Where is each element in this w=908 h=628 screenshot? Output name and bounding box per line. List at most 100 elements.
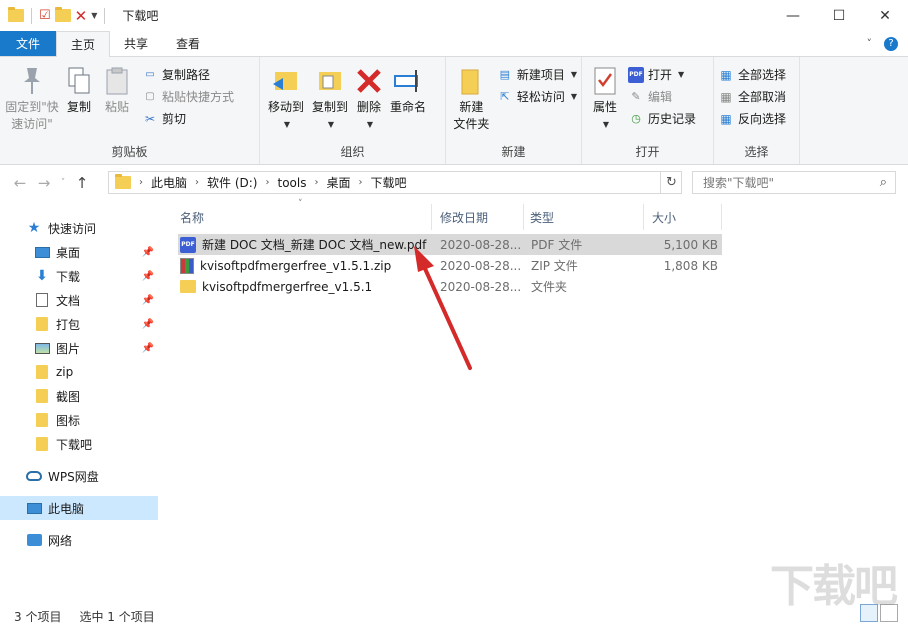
refresh-icon[interactable]: ↻ — [660, 171, 682, 194]
column-header-name[interactable]: 名称 — [176, 204, 432, 230]
cloud-icon — [26, 468, 42, 484]
properties-quick-icon[interactable]: ☑ — [39, 8, 51, 23]
move-to-label: 移动到 — [267, 100, 304, 114]
pin-quick-access-label: 固定到"快 速访问" — [5, 100, 59, 131]
copy-path-label: 复制路径 — [162, 68, 211, 82]
minimize-button[interactable]: — — [770, 0, 816, 31]
invert-selection-label: 反向选择 — [738, 112, 787, 126]
cut-button[interactable]: ✂ 剪切 — [142, 109, 234, 128]
new-folder-quick-icon[interactable] — [54, 7, 71, 22]
file-name-cell: kvisoftpdfmergerfree_v1.5.1.zip — [180, 255, 391, 276]
table-row[interactable]: kvisoftpdfmergerfree_v1.5.1.zip 2020-08-… — [178, 255, 722, 276]
divider — [104, 7, 106, 24]
dropdown-arrow-icon: ▼ — [283, 120, 291, 129]
history-label: 历史记录 — [648, 112, 697, 126]
new-item-label: 新建项目 — [516, 68, 565, 82]
help-icon[interactable]: ? — [884, 36, 898, 51]
maximize-button[interactable]: ☐ — [816, 0, 862, 31]
up-arrow-icon[interactable]: ↑ — [70, 174, 94, 192]
invert-selection-button[interactable]: ▦ 反向选择 — [718, 109, 786, 128]
delete-quick-icon[interactable]: ✕ — [75, 7, 88, 25]
recent-locations-icon[interactable]: ˅ — [56, 178, 70, 188]
file-type: 文件夹 — [531, 280, 568, 294]
nav-item-screenshots[interactable]: 截图 — [0, 384, 158, 408]
breadcrumb-this-pc[interactable]: 此电脑 — [151, 174, 187, 191]
select-none-button[interactable]: ▦ 全部取消 — [718, 87, 786, 106]
back-arrow-icon[interactable]: ← — [8, 174, 32, 192]
edit-button[interactable]: ✎ 编辑 — [628, 87, 696, 106]
close-button[interactable]: ✕ — [862, 0, 908, 31]
nav-item-label: 图标 — [56, 413, 81, 428]
customize-toolbar-icon[interactable]: ▼ — [91, 11, 97, 20]
nav-item-icons[interactable]: 图标 — [0, 408, 158, 432]
chevron-right-icon: › — [195, 177, 200, 188]
nav-network[interactable]: 网络 — [0, 528, 158, 552]
dropdown-arrow-icon: ▼ — [570, 70, 577, 79]
ribbon-tabs: 文件 主页 共享 查看 ˅ ? — [0, 31, 908, 57]
address-bar[interactable]: › 此电脑 › 软件 (D:) › tools › 桌面 › 下载吧 ˅ — [108, 171, 682, 194]
tab-file[interactable]: 文件 — [0, 31, 57, 56]
nav-item-pack[interactable]: 打包 📌 — [0, 312, 158, 336]
edit-label: 编辑 — [648, 90, 673, 104]
window-controls: — ☐ ✕ — [770, 0, 908, 31]
nav-item-label: 桌面 — [56, 245, 81, 260]
file-type: PDF 文件 — [531, 238, 583, 252]
move-to-icon — [270, 65, 302, 97]
clipboard-group-label: 剪贴板 — [111, 145, 148, 159]
folder-icon — [115, 174, 131, 189]
invert-selection-icon: ▦ — [720, 111, 732, 126]
table-row[interactable]: PDF 新建 DOC 文档_新建 DOC 文档_new.pdf 2020-08-… — [178, 234, 722, 255]
column-header-type[interactable]: 类型 — [526, 204, 644, 230]
easy-access-button[interactable]: ⇱ 轻松访问 ▼ — [497, 87, 577, 106]
pdf-icon: PDF — [628, 66, 644, 83]
column-header-size[interactable]: 大小 — [648, 204, 722, 230]
nav-quick-access[interactable]: ★ 快速访问 — [0, 216, 158, 240]
tab-share[interactable]: 共享 — [110, 31, 162, 56]
nav-item-label: 截图 — [56, 389, 81, 404]
history-button[interactable]: ◷ 历史记录 — [628, 109, 696, 128]
forward-arrow-icon[interactable]: → — [32, 174, 56, 192]
document-icon — [34, 292, 50, 308]
dropdown-arrow-icon: ▼ — [678, 70, 685, 79]
dropdown-arrow-icon: ▼ — [570, 92, 577, 101]
new-group: 新建 文件夹 ▤ 新建项目 ▼ ⇱ 轻松访问 ▼ 新建 — [446, 57, 582, 164]
paste-shortcut-button[interactable]: ▢ 粘贴快捷方式 — [142, 87, 234, 106]
nav-item-pictures[interactable]: 图片 📌 — [0, 336, 158, 360]
select-all-button[interactable]: ▦ 全部选择 — [718, 65, 786, 84]
table-row[interactable]: kvisoftpdfmergerfree_v1.5.1 2020-08-28..… — [178, 276, 722, 297]
nav-wps-cloud[interactable]: WPS网盘 — [0, 464, 158, 488]
file-size: 1,808 KB — [663, 258, 718, 273]
search-input[interactable]: 搜索"下载吧" ⌕ — [692, 171, 896, 194]
folder-icon — [34, 364, 50, 380]
folder-icon — [180, 280, 196, 293]
properties-label: 属性 — [592, 100, 617, 114]
column-header-modified[interactable]: 修改日期 — [436, 204, 524, 230]
copy-path-button[interactable]: ▭ 复制路径 — [142, 65, 234, 84]
copy-to-icon — [314, 65, 346, 97]
nav-item-xiazaiba[interactable]: 下载吧 — [0, 432, 158, 456]
picture-icon — [34, 340, 50, 356]
nav-item-documents[interactable]: 文档 📌 — [0, 288, 158, 312]
nav-item-desktop[interactable]: 桌面 📌 — [0, 240, 158, 264]
item-count: 3 个项目 — [14, 609, 62, 624]
easy-access-label: 轻松访问 — [516, 90, 565, 104]
collapse-ribbon-icon[interactable]: ˅ — [867, 37, 873, 50]
new-item-icon: ▤ — [499, 68, 511, 81]
navigation-pane: ★ 快速访问 桌面 📌 ⬇ 下载 📌 文档 📌 打包 📌 图片 📌 zip 截图… — [0, 200, 176, 600]
address-row: ← → ˅ ↑ › 此电脑 › 软件 (D:) › tools › 桌面 › 下… — [0, 165, 908, 200]
new-item-button[interactable]: ▤ 新建项目 ▼ — [497, 65, 577, 84]
nav-item-downloads[interactable]: ⬇ 下载 📌 — [0, 264, 158, 288]
column-header-label: 名称 — [180, 210, 205, 225]
select-all-icon: ▦ — [720, 67, 732, 82]
breadcrumb-tools[interactable]: tools — [277, 176, 306, 190]
select-group: ▦ 全部选择 ▦ 全部取消 ▦ 反向选择 选择 — [714, 57, 800, 164]
breadcrumb-drive[interactable]: 软件 (D:) — [207, 174, 257, 191]
nav-this-pc[interactable]: 此电脑 — [0, 496, 158, 520]
tab-view[interactable]: 查看 — [162, 31, 214, 56]
breadcrumb-desktop[interactable]: 桌面 — [326, 174, 350, 191]
breadcrumb-current[interactable]: 下载吧 — [370, 174, 406, 191]
tab-home[interactable]: 主页 — [56, 31, 111, 57]
nav-item-zip[interactable]: zip — [0, 360, 158, 384]
open-button[interactable]: PDF 打开 ▼ — [628, 65, 696, 84]
dropdown-arrow-icon: ▼ — [366, 120, 374, 129]
